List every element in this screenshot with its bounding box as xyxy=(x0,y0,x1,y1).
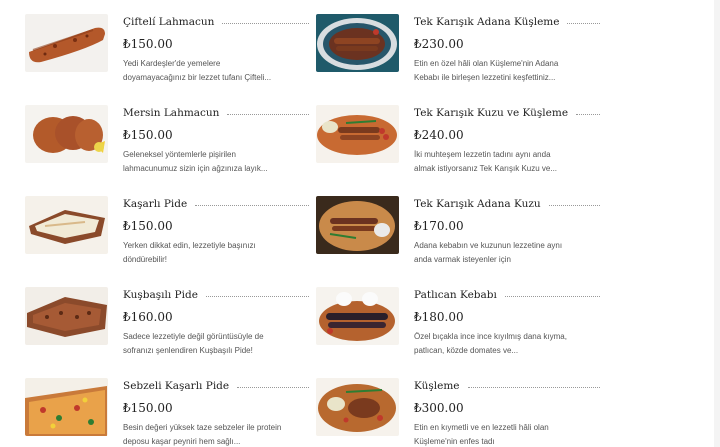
dotted-leader xyxy=(195,205,309,206)
food-image[interactable] xyxy=(316,287,399,345)
food-image[interactable] xyxy=(316,14,399,72)
item-price: ₺150.00 xyxy=(123,37,173,51)
menu-item[interactable]: Çiftelí Lahmacun ₺150.00 Yedi Kardeşler'… xyxy=(25,0,325,91)
item-price: ₺150.00 xyxy=(123,219,173,233)
menu-item[interactable]: Mersin Lahmacun ₺150.00 Geleneksel yönte… xyxy=(25,91,325,182)
item-description: Yedi Kardeşler'de yemelere doyamayacağın… xyxy=(123,59,272,82)
menu-item[interactable]: Kaşarlı Pide ₺150.00 Yerken dikkat edin,… xyxy=(25,182,325,273)
item-price: ₺240.00 xyxy=(414,128,464,142)
item-price: ₺300.00 xyxy=(414,401,464,415)
item-description: Etin en özel hâli olan Küşleme'nin Adana… xyxy=(414,59,559,82)
dotted-leader xyxy=(237,387,309,388)
item-title[interactable]: Kaşarlı Pide xyxy=(123,198,187,210)
item-description: Yerken dikkat edin, lezzetiyle başınızı … xyxy=(123,241,256,264)
item-title[interactable]: Kuşbaşılı Pide xyxy=(123,289,198,301)
dotted-leader xyxy=(504,296,600,297)
item-title[interactable]: Sebzeli Kaşarlı Pide xyxy=(123,380,229,392)
dotted-leader xyxy=(548,205,600,206)
menu-item[interactable]: Kuşbaşılı Pide ₺160.00 Sadece lezzetiyle… xyxy=(25,273,325,364)
menu-item[interactable]: Sebzeli Kaşarlı Pide ₺150.00 Besin değer… xyxy=(25,364,325,447)
food-image[interactable] xyxy=(25,196,108,254)
item-title[interactable]: Mersin Lahmacun xyxy=(123,107,219,119)
item-title[interactable]: Çiftelí Lahmacun xyxy=(123,16,214,28)
item-description: Besin değeri yüksek taze sebzeler ile pr… xyxy=(123,423,282,446)
item-description: İki muhteşem lezzetin tadını aynı anda a… xyxy=(414,150,558,173)
food-image[interactable] xyxy=(25,287,108,345)
item-price: ₺170.00 xyxy=(414,219,464,233)
food-image[interactable] xyxy=(316,105,399,163)
menu-item[interactable]: Küşleme ₺300.00 Etin en kıymetli ve en l… xyxy=(316,364,616,447)
dotted-leader xyxy=(205,296,309,297)
menu-item[interactable]: Patlıcan Kebabı ₺180.00 Özel bıçakla inc… xyxy=(316,273,616,364)
food-image[interactable] xyxy=(25,105,108,163)
page-scroll-edge xyxy=(714,0,720,447)
food-image[interactable] xyxy=(25,378,108,436)
item-description: Sadece lezzetiyle değil görüntüsüyle de … xyxy=(123,332,264,355)
food-image[interactable] xyxy=(316,378,399,436)
item-title[interactable]: Küşleme xyxy=(414,380,460,392)
item-price: ₺180.00 xyxy=(414,310,464,324)
item-price: ₺230.00 xyxy=(414,37,464,51)
item-title[interactable]: Tek Karışık Adana Kuzu xyxy=(414,198,541,210)
item-title[interactable]: Patlıcan Kebabı xyxy=(414,289,497,301)
item-title[interactable]: Tek Karışık Kuzu ve Küşleme xyxy=(414,107,568,119)
item-price: ₺160.00 xyxy=(123,310,173,324)
menu-column-right: Tek Karışık Adana Küşleme ₺230.00 Etin e… xyxy=(316,0,616,447)
food-image[interactable] xyxy=(25,14,108,72)
item-title[interactable]: Tek Karışık Adana Küşleme xyxy=(414,16,559,28)
dotted-leader xyxy=(576,114,600,115)
menu-column-left: Çiftelí Lahmacun ₺150.00 Yedi Kardeşler'… xyxy=(25,0,325,447)
item-description: Etin en kıymetli ve en lezzetli hâli ola… xyxy=(414,423,549,446)
item-description: Özel bıçakla ince ince kıyılmış dana kıy… xyxy=(414,332,567,355)
dotted-leader xyxy=(567,23,600,24)
dotted-leader xyxy=(227,114,309,115)
dotted-leader xyxy=(222,23,309,24)
food-image[interactable] xyxy=(316,196,399,254)
item-price: ₺150.00 xyxy=(123,401,173,415)
menu-item[interactable]: Tek Karışık Adana Kuzu ₺170.00 Adana keb… xyxy=(316,182,616,273)
dotted-leader xyxy=(467,387,600,388)
item-price: ₺150.00 xyxy=(123,128,173,142)
item-description: Adana kebabın ve kuzunun lezzetine aynı … xyxy=(414,241,563,264)
menu-item[interactable]: Tek Karışık Adana Küşleme ₺230.00 Etin e… xyxy=(316,0,616,91)
item-description: Geleneksel yöntemlerle pişirilen lahmacu… xyxy=(123,150,268,173)
menu-item[interactable]: Tek Karışık Kuzu ve Küşleme ₺240.00 İki … xyxy=(316,91,616,182)
